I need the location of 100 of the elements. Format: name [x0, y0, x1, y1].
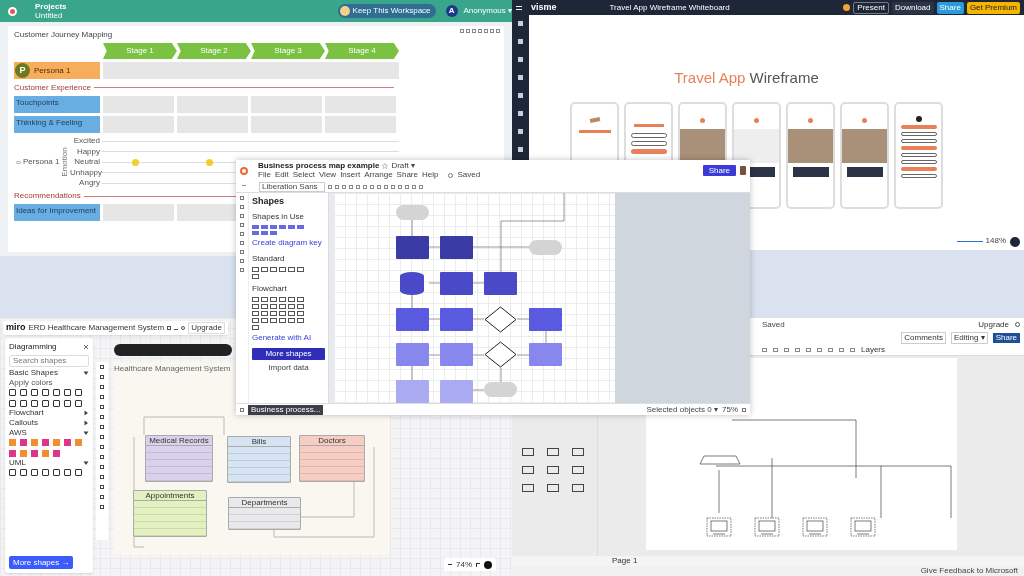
help-icon[interactable]: [484, 560, 492, 569]
search-field[interactable]: Search shapes: [9, 355, 89, 367]
tool-icon[interactable]: [100, 435, 104, 439]
menu-row[interactable]: [900, 152, 937, 157]
page-tab[interactable]: Business process...: [248, 404, 324, 415]
upgrade-button[interactable]: Upgrade: [188, 322, 225, 334]
submit-bar[interactable]: [630, 148, 667, 154]
font-dropdown[interactable]: Liberation Sans: [259, 181, 325, 192]
more-shapes-button[interactable]: More shapes →: [9, 556, 74, 569]
device-icon[interactable]: [522, 448, 534, 456]
zoom-in-icon[interactable]: [476, 562, 480, 567]
ribbon-icon[interactable]: [795, 347, 800, 352]
tool-icon[interactable]: [100, 505, 104, 509]
tool-icon[interactable]: [100, 385, 104, 389]
tool-icon[interactable]: [240, 223, 244, 227]
menu-row[interactable]: [900, 131, 937, 136]
section-header[interactable]: Basic Shapes: [9, 369, 89, 377]
ribbon-icon[interactable]: [817, 347, 822, 352]
ribbon-icon[interactable]: [784, 347, 789, 352]
user-avatar[interactable]: A: [445, 5, 458, 17]
ribbon-icon[interactable]: [806, 347, 811, 352]
keep-workspace-button[interactable]: Keep This Workspace: [337, 4, 436, 18]
tool-icon[interactable]: [100, 405, 104, 409]
menu-row[interactable]: [900, 173, 937, 178]
user-avatar[interactable]: [843, 4, 851, 11]
device-icon[interactable]: [547, 448, 559, 456]
ribbon-icon[interactable]: [839, 347, 844, 352]
menu-row[interactable]: [900, 166, 937, 171]
more-shapes-button[interactable]: More shapes: [252, 347, 325, 360]
upgrade-button[interactable]: Upgrade: [978, 318, 1009, 331]
close-icon[interactable]: [83, 344, 89, 350]
ribbon-icon[interactable]: [828, 347, 833, 352]
menu-item[interactable]: Edit: [274, 171, 289, 179]
device-icon[interactable]: [572, 466, 584, 474]
menu-item[interactable]: Share: [396, 171, 418, 179]
menu-row[interactable]: [900, 145, 937, 150]
tool-icon[interactable]: [100, 455, 104, 459]
import-data-link[interactable]: Import data: [252, 361, 325, 374]
tool-icon[interactable]: [240, 214, 244, 218]
menu-item[interactable]: Insert: [340, 171, 361, 179]
shape-swatch[interactable]: [252, 230, 259, 235]
logo-icon[interactable]: [8, 6, 17, 16]
shape-swatch[interactable]: [270, 224, 277, 229]
tool-icon[interactable]: [100, 415, 104, 419]
menu-item[interactable]: Help: [421, 171, 439, 179]
tool-icon[interactable]: [100, 445, 104, 449]
ribbon-icon[interactable]: [762, 347, 767, 352]
shape-swatch[interactable]: [261, 224, 268, 229]
tool-icon[interactable]: [100, 425, 104, 429]
device-icon[interactable]: [572, 448, 584, 456]
section-header[interactable]: AWS: [9, 429, 89, 437]
device-icon[interactable]: [547, 466, 559, 474]
device-icon[interactable]: [522, 484, 534, 492]
star-icon[interactable]: [382, 163, 389, 169]
app-logo-icon[interactable]: [240, 166, 248, 175]
device-icon[interactable]: [522, 466, 534, 474]
comments-button[interactable]: Comments: [901, 331, 946, 344]
ribbon-icon[interactable]: [773, 347, 778, 352]
tool-icon[interactable]: [240, 232, 244, 236]
header-button[interactable]: Download: [891, 1, 934, 14]
tool-icon[interactable]: [240, 196, 244, 200]
diagram-key-link[interactable]: Create diagram key: [252, 236, 325, 249]
tool-icon[interactable]: [240, 241, 244, 245]
tool-icon[interactable]: [100, 485, 104, 489]
shape-swatch[interactable]: [288, 224, 295, 229]
menu-item[interactable]: File: [258, 171, 271, 179]
section-header[interactable]: UML: [9, 459, 89, 467]
share-button[interactable]: Share: [992, 332, 1020, 343]
menu-icon[interactable]: [516, 5, 522, 10]
ribbon-icon[interactable]: [850, 347, 855, 352]
section-header[interactable]: Callouts: [9, 419, 89, 427]
menu-item[interactable]: View: [318, 171, 337, 179]
shape-swatch[interactable]: [279, 224, 286, 229]
tool-icon[interactable]: [100, 395, 104, 399]
tool-icon[interactable]: [100, 475, 104, 479]
menu-item[interactable]: Select: [292, 171, 315, 179]
tool-icon[interactable]: [240, 268, 244, 272]
header-button[interactable]: Get Premium: [966, 1, 1020, 14]
selection-dropdown[interactable]: Selected objects 0 ▾: [646, 403, 718, 416]
status-dropdown[interactable]: Draft ▾: [391, 162, 415, 170]
device-icon[interactable]: [572, 484, 584, 492]
apply-colors-dropdown[interactable]: Apply colors: [9, 379, 89, 387]
shape-swatch[interactable]: [252, 224, 259, 229]
help-icon[interactable]: [1010, 237, 1020, 247]
menu-row[interactable]: [900, 159, 937, 164]
tool-icon[interactable]: [240, 259, 244, 263]
generate-ai-link[interactable]: Generate with AI: [252, 331, 325, 344]
menu-row[interactable]: [900, 138, 937, 143]
tool-icon[interactable]: [240, 250, 244, 254]
shape-swatch[interactable]: [270, 230, 277, 235]
tool-icon[interactable]: [100, 465, 104, 469]
tool-icon[interactable]: [100, 375, 104, 379]
editing-dropdown[interactable]: Editing ▾: [950, 331, 988, 344]
tool-icon[interactable]: [240, 205, 244, 209]
menu-item[interactable]: Arrange: [364, 171, 393, 179]
header-button[interactable]: Present: [853, 1, 889, 14]
section-header[interactable]: Flowchart: [9, 409, 89, 417]
tool-icon[interactable]: [100, 495, 104, 499]
tool-icon[interactable]: [100, 365, 104, 369]
layers-button[interactable]: Layers: [861, 343, 885, 356]
